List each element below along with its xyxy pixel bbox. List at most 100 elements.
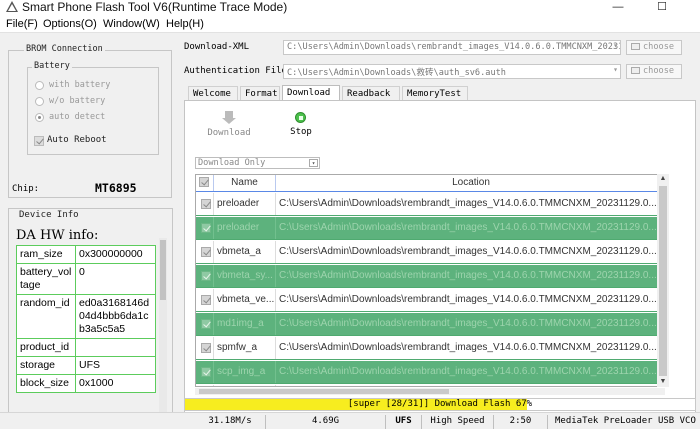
minimize-button[interactable]: — [606, 0, 630, 14]
menu-options[interactable]: Options(O) [43, 17, 97, 31]
row-checkbox[interactable] [196, 313, 214, 335]
device-info-scrollbar[interactable] [159, 238, 167, 429]
table-row[interactable]: vbmeta_sy... C:\Users\Admin\Downloads\rem… [196, 265, 664, 288]
table-row: storage UFS [16, 356, 156, 375]
tab-readback[interactable]: Readback [342, 86, 400, 101]
checkbox-checked-icon [201, 199, 211, 209]
radio-icon [35, 97, 44, 106]
partition-location: C:\Users\Admin\Downloads\rembrandt_image… [279, 294, 657, 305]
partition-location: C:\Users\Admin\Downloads\rembrandt_image… [279, 222, 657, 233]
table-row[interactable]: preloader C:\Users\Admin\Downloads\rembra… [196, 193, 664, 216]
partition-location: C:\Users\Admin\Downloads\rembrandt_image… [279, 342, 657, 353]
info-key: ram_size [16, 245, 76, 264]
app-logo-icon [6, 1, 18, 12]
folder-icon [631, 43, 640, 50]
info-key: product_id [16, 338, 76, 357]
status-storage: UFS [385, 415, 421, 429]
table-row[interactable]: vbmeta_ve... C:\Users\Admin\Downloads\rem… [196, 289, 664, 312]
table-row[interactable]: spmfw_a C:\Users\Admin\Downloads\rembrand… [196, 337, 664, 360]
checkbox-checked-icon [201, 367, 211, 377]
checkbox-checked-icon [201, 295, 211, 305]
scrollbar-thumb[interactable] [659, 186, 667, 376]
partition-name: preloader [214, 193, 276, 215]
auto-reboot-label: Auto Reboot [47, 135, 107, 145]
download-xml-field[interactable]: C:\Users\Admin\Downloads\rembrandt_image… [283, 40, 621, 55]
status-elapsed: 2:50 [493, 415, 547, 429]
download-mode-select[interactable]: Download Only ▾ [195, 157, 320, 169]
table-row: battery_voltage 0 [16, 263, 156, 295]
partition-name: spmfw_a [214, 337, 276, 359]
radio-label: w/o battery [49, 96, 106, 106]
partition-grid: Name Location preloader C:\Users\Admin\Do… [195, 174, 665, 387]
scroll-up-icon[interactable]: ▲ [658, 174, 668, 184]
scroll-down-icon[interactable]: ▼ [658, 377, 668, 387]
device-info-title: Device Info [17, 210, 81, 220]
partition-name: vbmeta_sy... [214, 265, 276, 287]
table-row[interactable]: preloader C:\Users\Admin\Downloads\rembra… [196, 217, 664, 240]
row-checkbox[interactable] [196, 361, 214, 383]
row-checkbox[interactable] [196, 217, 214, 239]
radio-selected-icon [35, 113, 44, 122]
tab-download[interactable]: Download [282, 85, 340, 101]
table-row: random_id ed0a3168146d04d4bbb6da1cb3a5c5… [16, 294, 156, 339]
chevron-down-icon[interactable]: ▾ [613, 65, 618, 74]
info-key: storage [16, 356, 76, 375]
da-hw-info-title: DA HW info: [16, 228, 99, 243]
chevron-down-icon[interactable]: ▾ [309, 159, 318, 167]
stop-button[interactable]: Stop [284, 111, 318, 141]
choose-label: choose [643, 42, 675, 52]
partition-name: vbmeta_ve... [214, 289, 276, 311]
table-row[interactable]: vbmeta_a C:\Users\Admin\Downloads\rembran… [196, 241, 664, 264]
progress-text: [super [28/31]] Download Flash 67% [347, 399, 533, 409]
download-button[interactable]: Download [206, 111, 252, 141]
table-row[interactable]: md1img_a C:\Users\Admin\Downloads\rembran… [196, 313, 664, 336]
info-value: UFS [75, 356, 156, 375]
choose-label: choose [643, 66, 675, 76]
scrollbar-thumb[interactable] [199, 389, 449, 394]
choose-xml-button[interactable]: choose [626, 40, 682, 55]
brom-connection-title: BROM Connection [24, 44, 105, 54]
row-checkbox[interactable] [196, 289, 214, 311]
menu-help[interactable]: Help(H) [166, 17, 204, 31]
window-title: Smart Phone Flash Tool V6(Runtime Trace … [22, 0, 288, 14]
table-row[interactable]: scp_img_a C:\Users\Admin\Downloads\rembra… [196, 361, 664, 384]
maximize-button[interactable]: ☐ [650, 0, 674, 14]
title-bar: Smart Phone Flash Tool V6(Runtime Trace … [0, 0, 700, 16]
info-value: 0x300000000 [75, 245, 156, 264]
table-row[interactable]: audio_dsp_aC:\Users\Admin\Downloads\remb… [196, 385, 664, 386]
scrollbar-thumb[interactable] [160, 240, 166, 300]
partition-location: C:\Users\Admin\Downloads\rembrandt_image… [279, 198, 657, 209]
table-row: product_id [16, 338, 156, 357]
partition-location: C:\Users\Admin\Downloads\rembrandt_image… [279, 318, 657, 329]
download-panel: Download Stop Download Only ▾ Name Locat… [184, 100, 696, 425]
download-xml-label: Download-XML [184, 42, 250, 52]
row-checkbox[interactable] [196, 265, 214, 287]
menu-file[interactable]: File(F) [6, 17, 38, 31]
row-checkbox[interactable] [196, 241, 214, 263]
status-bar: 31.18M/s 4.69G UFS High Speed 2:50 Media… [0, 412, 700, 429]
auth-file-field[interactable]: C:\Users\Admin\Downloads\救砖\auth_sv6.aut… [283, 64, 621, 79]
tab-format[interactable]: Format [240, 86, 280, 101]
info-value [75, 338, 156, 357]
select-all-header[interactable] [196, 175, 214, 191]
column-header-location[interactable]: Location [276, 175, 664, 191]
status-speed: 31.18M/s [208, 416, 252, 426]
row-checkbox[interactable] [196, 193, 214, 215]
menu-window[interactable]: Window(W) [103, 17, 160, 31]
partition-name: scp_img_a [214, 361, 276, 383]
column-header-name[interactable]: Name [214, 175, 276, 191]
radio-label: auto detect [49, 112, 106, 122]
grid-horizontal-scrollbar[interactable] [195, 388, 665, 395]
partition-name: md1img_a [214, 313, 276, 335]
tab-memorytest[interactable]: MemoryTest [402, 86, 468, 101]
grid-scrollbar[interactable]: ▲ ▼ [657, 174, 669, 387]
row-checkbox[interactable] [196, 385, 214, 386]
partition-location: C:\Users\Admin\Downloads\rembrandt_image… [279, 366, 657, 377]
info-value: 0x1000 [75, 374, 156, 393]
choose-auth-button[interactable]: choose [626, 64, 682, 79]
checkbox-checked-icon [34, 136, 44, 146]
chevron-down-icon[interactable]: ▾ [613, 41, 618, 50]
tab-welcome[interactable]: Welcome [188, 86, 238, 101]
info-key: battery_voltage [16, 263, 76, 295]
row-checkbox[interactable] [196, 337, 214, 359]
